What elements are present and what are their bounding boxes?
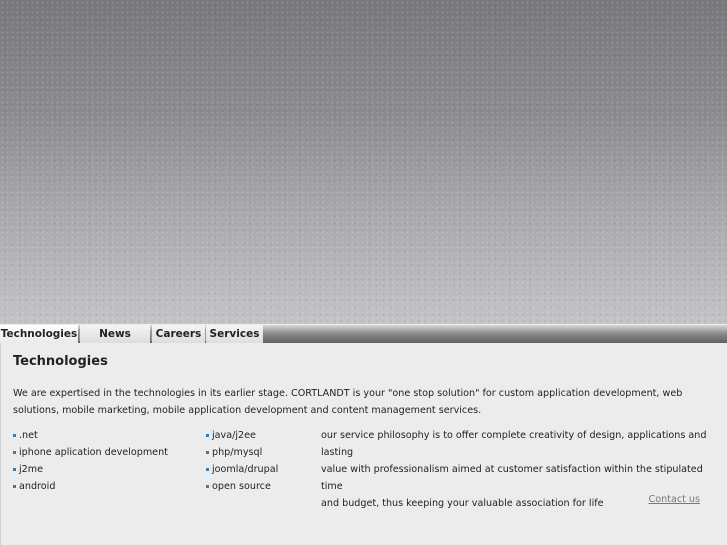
- tab-news-letter[interactable]: News Letter: [80, 325, 150, 359]
- bullet-icon: [13, 467, 16, 471]
- list-item: open source: [206, 478, 278, 495]
- tab-bar: Technologies News Letter Careers Service…: [0, 324, 727, 359]
- intro-text: We are expertised in the technologies in…: [13, 388, 683, 416]
- list-item: php/mysql: [206, 444, 278, 461]
- list-item: android: [13, 478, 168, 495]
- philosophy-line: our service philosophy is to offer compl…: [321, 430, 707, 458]
- tab-careers[interactable]: Careers: [152, 325, 205, 344]
- list-item: .net: [13, 427, 168, 444]
- tech-list-left: .net iphone aplication development j2me …: [13, 427, 168, 495]
- content-panel: Technologies We are expertised in the te…: [0, 343, 727, 545]
- bullet-icon: [206, 484, 209, 488]
- bullet-icon: [206, 433, 209, 437]
- contact-us-link[interactable]: Contact us: [649, 494, 700, 505]
- bullet-icon: [13, 484, 16, 488]
- bullet-icon: [206, 467, 209, 471]
- list-item: j2me: [13, 461, 168, 478]
- philosophy-line: value with professionalism aimed at cust…: [321, 464, 703, 492]
- hero-texture: [0, 0, 727, 325]
- hero-banner: [0, 0, 727, 325]
- tab-services[interactable]: Services: [206, 325, 263, 344]
- tech-list-right: java/j2ee php/mysql joomla/drupal open s…: [206, 427, 278, 495]
- list-item: java/j2ee: [206, 427, 278, 444]
- bullet-icon: [13, 450, 16, 454]
- bullet-icon: [13, 433, 16, 437]
- tab-technologies[interactable]: Technologies: [0, 325, 78, 344]
- page-title: Technologies: [13, 354, 108, 369]
- list-item: joomla/drupal: [206, 461, 278, 478]
- list-item: iphone aplication development: [13, 444, 168, 461]
- bullet-icon: [206, 450, 209, 454]
